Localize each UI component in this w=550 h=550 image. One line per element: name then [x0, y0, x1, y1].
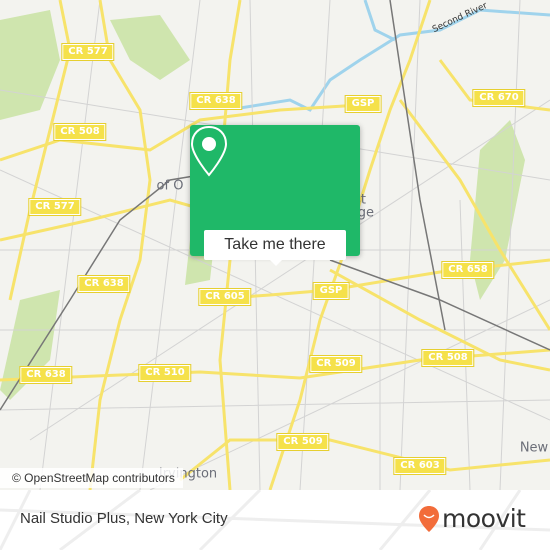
road-shield: CR 670: [472, 89, 526, 107]
road-shield: CR 638: [189, 92, 243, 110]
place-label: of O: [156, 178, 184, 194]
road-shield: CR 509: [276, 433, 330, 451]
place-title: Nail Studio Plus, New York City: [20, 510, 228, 527]
moovit-pin-icon: [419, 505, 439, 532]
moovit-logo-text: moovit: [442, 504, 526, 533]
road-shield: CR 603: [393, 457, 447, 475]
take-me-there-button[interactable]: Take me there: [204, 230, 346, 260]
road-shield: CR 638: [19, 366, 73, 384]
map[interactable]: CR 577 CR 638 GSP CR 670 CR 508 CR 577 CR 658 C…: [0, 0, 550, 490]
osm-attribution[interactable]: © OpenStreetMap contributors: [0, 468, 183, 488]
road-shield: CR 510: [138, 364, 192, 382]
place-label: New: [519, 440, 549, 456]
map-pin-icon: [190, 125, 228, 177]
road-shield: CR 508: [421, 349, 475, 367]
road-shield: CR 577: [61, 43, 115, 61]
road-shield: CR 508: [53, 123, 107, 141]
road-shield: GSP: [344, 95, 382, 113]
location-popup: Take me there: [190, 125, 360, 266]
road-shield: CR 658: [441, 261, 495, 279]
road-shield: CR 605: [198, 288, 252, 306]
road-shield: CR 509: [309, 355, 363, 373]
road-shield: CR 577: [28, 198, 82, 216]
road-shield: GSP: [312, 282, 350, 300]
moovit-logo[interactable]: moovit: [418, 504, 526, 533]
road-shield: CR 638: [77, 275, 131, 293]
